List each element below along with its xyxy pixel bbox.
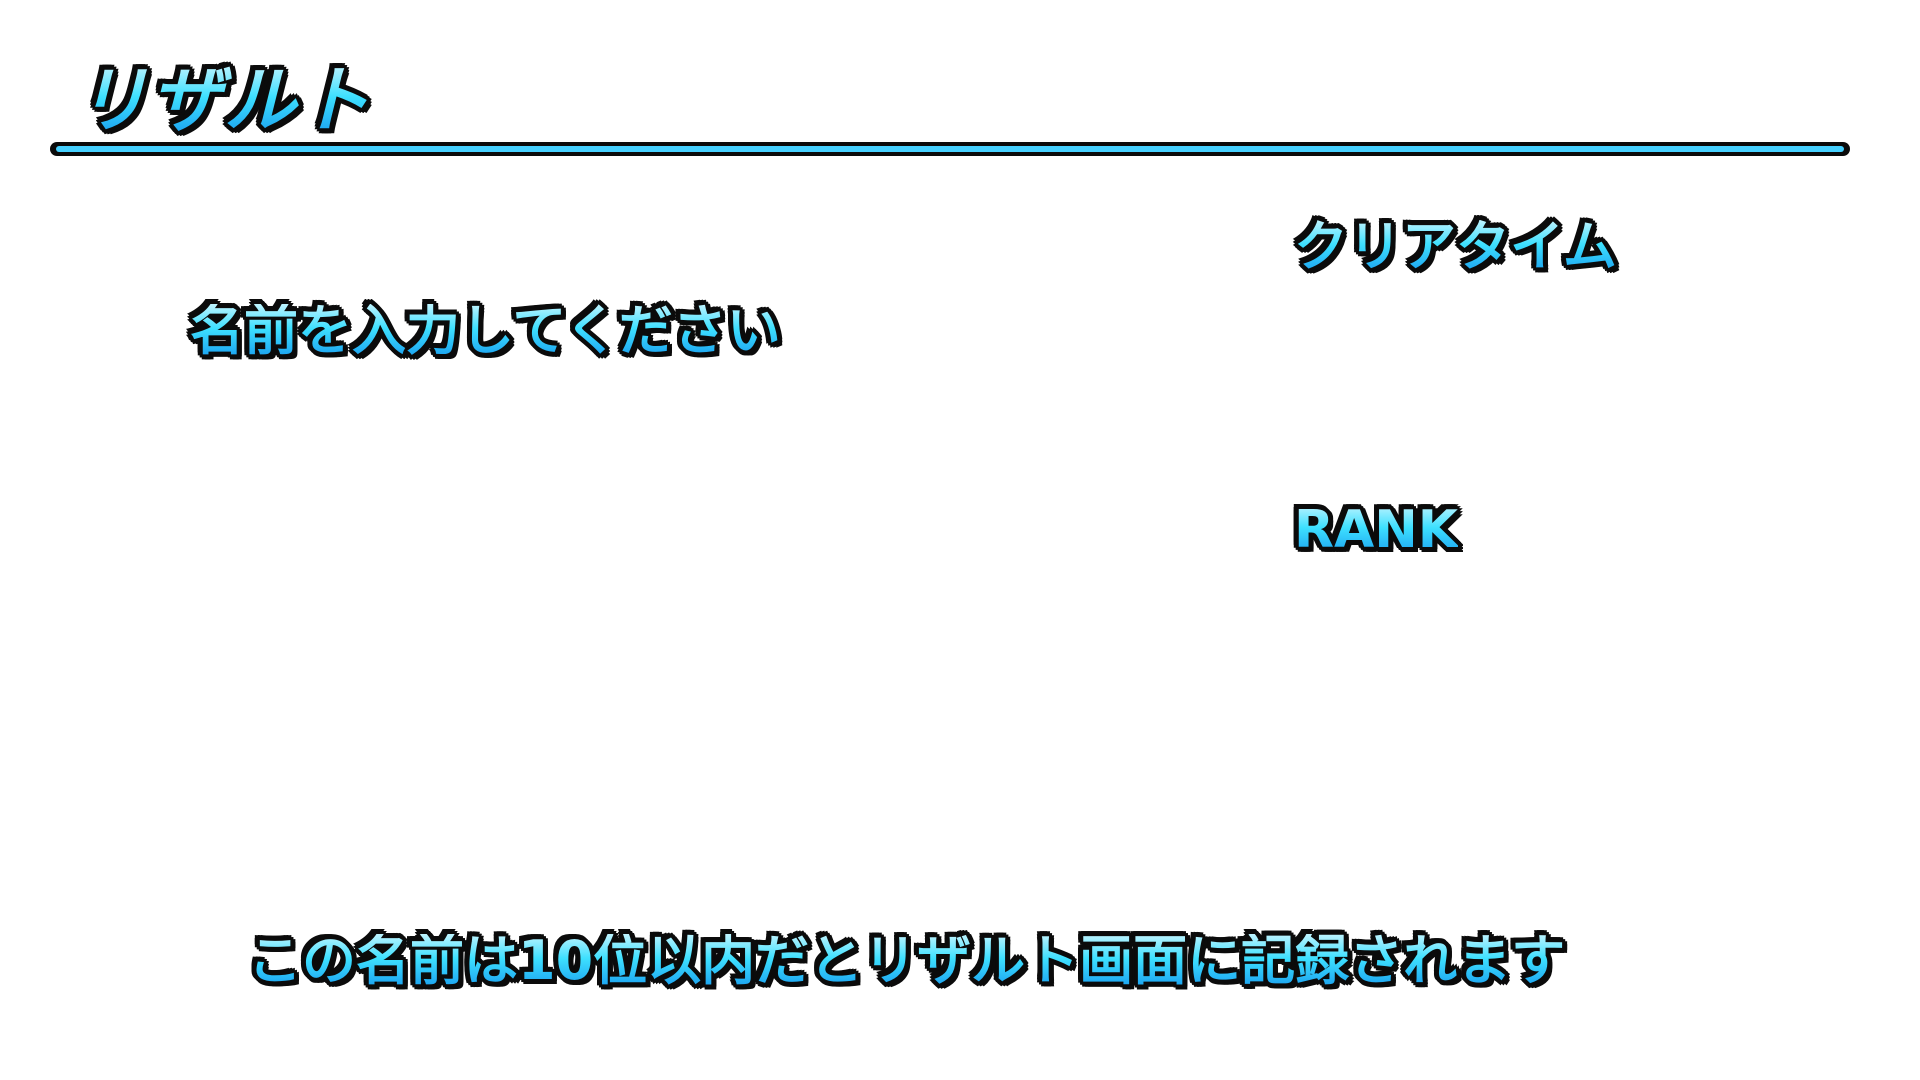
rank-label: RANK xyxy=(1294,500,1459,560)
name-prompt: 名前を入力してください xyxy=(190,299,781,362)
title-underline xyxy=(50,142,1850,156)
player-name-input[interactable] xyxy=(190,420,1014,532)
ranking-notice: この名前は10位以内だとリザルト画面に記録されます xyxy=(248,929,1566,992)
clear-time-label: クリアタイム xyxy=(1294,215,1617,278)
page-title: リザルト xyxy=(76,58,373,142)
